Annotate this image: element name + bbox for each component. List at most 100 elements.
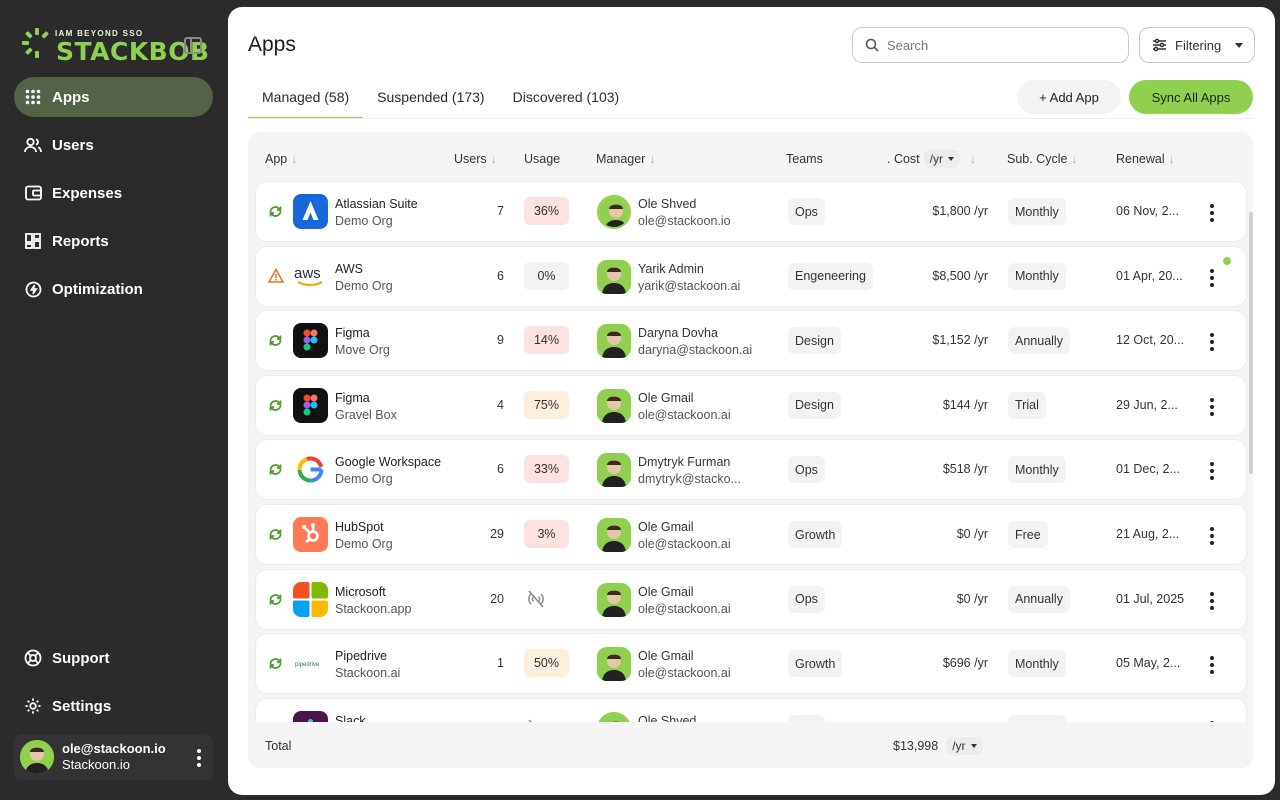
sidebar-item-support[interactable]: Support: [14, 638, 213, 678]
column-header-sub-cycle[interactable]: Sub. Cycle ↓: [1007, 152, 1077, 166]
sidebar-item-settings[interactable]: Settings: [14, 686, 213, 726]
column-header-usage[interactable]: Usage: [524, 152, 560, 166]
gear-icon: [24, 697, 42, 715]
more-icon[interactable]: [197, 749, 201, 767]
manager-name[interactable]: Ole Shved: [638, 713, 696, 722]
table-row[interactable]: HubSpot Demo Org 29 3% Ole Gmail ole@stackoon…: [255, 504, 1247, 565]
sync-all-apps-button[interactable]: Sync All Apps: [1129, 80, 1253, 114]
add-app-button[interactable]: + Add App: [1017, 80, 1121, 114]
table-row[interactable]: Figma Move Org 9 14% Daryna Dovha daryna@stac…: [255, 310, 1247, 372]
search-input[interactable]: [887, 37, 1107, 53]
sidebar-item-optimization[interactable]: Optimization: [14, 269, 213, 309]
app-name[interactable]: Figma: [335, 390, 397, 407]
tab-suspended[interactable]: Suspended (173): [363, 79, 498, 119]
table-row[interactable]: Figma Gravel Box 4 75% Ole Gmail ole@stackoon…: [255, 374, 1247, 436]
manager-name[interactable]: Ole Gmail: [638, 519, 731, 536]
app-name[interactable]: AWS: [335, 261, 393, 278]
more-icon[interactable]: [1210, 268, 1214, 287]
filtering-dropdown[interactable]: Filtering: [1139, 27, 1255, 63]
app-name[interactable]: Microsoft: [335, 584, 411, 601]
sync-icon[interactable]: [268, 656, 283, 674]
tab-discovered[interactable]: Discovered (103): [499, 79, 634, 119]
main-panel: Apps Filtering Managed (58) Suspended (1…: [228, 7, 1275, 795]
total-period-dropdown[interactable]: /yr: [946, 737, 983, 755]
usage-badge: 14%: [524, 326, 569, 355]
sync-icon[interactable]: [268, 398, 283, 416]
sidebar-item-users[interactable]: Users: [14, 125, 213, 165]
column-header-users[interactable]: Users ↓: [454, 152, 497, 166]
sidebar-item-label: Users: [52, 136, 94, 154]
manager-name[interactable]: Ole Gmail: [638, 584, 731, 601]
table-row[interactable]: Microsoft Stackoon.app 20 Ole Gmail ole@stac…: [255, 568, 1247, 630]
manager-name[interactable]: Yarik Admin: [638, 261, 740, 278]
avatar: [597, 259, 631, 294]
column-header-renewal[interactable]: Renewal ↓: [1116, 152, 1175, 166]
manager-name[interactable]: Ole Shved: [638, 196, 731, 213]
sidebar-collapse-icon[interactable]: [184, 37, 202, 54]
users-count: 29: [490, 527, 504, 541]
cost-period-dropdown[interactable]: /yr: [923, 150, 960, 168]
more-icon[interactable]: [1210, 591, 1214, 610]
warning-icon: [267, 267, 285, 286]
users-count: 6: [497, 268, 504, 283]
app-name[interactable]: Slack: [335, 713, 366, 722]
sync-icon[interactable]: [268, 592, 283, 610]
usage-badge: 3%: [524, 520, 569, 548]
renewal-date: 01 Jul, 2025: [1116, 591, 1185, 606]
column-label: Teams: [786, 152, 823, 166]
tab-managed[interactable]: Managed (58): [248, 79, 364, 119]
app-name[interactable]: Atlassian Suite: [335, 196, 418, 213]
sync-icon[interactable]: [268, 204, 283, 222]
sidebar-item-reports[interactable]: Reports: [14, 221, 213, 261]
manager-email: ole@stackoon.io: [638, 214, 731, 228]
user-email: ole@stackoon.io: [62, 741, 166, 756]
sync-icon[interactable]: [268, 333, 283, 351]
more-icon[interactable]: [1210, 204, 1214, 222]
table-row[interactable]: pipedrive Pipedrive Stackoon.ai 1 50% Ole Gma…: [255, 633, 1247, 695]
chevron-down-icon: [1235, 42, 1244, 48]
column-header-teams[interactable]: Teams: [786, 152, 823, 166]
table-row[interactable]: Slack7Ole ShvedOps$1,800 /yrMonthly01 De…: [255, 697, 1247, 722]
sidebar-item-expenses[interactable]: Expenses: [14, 173, 213, 213]
manager-name[interactable]: Dmytryk Furman: [638, 454, 741, 471]
sidebar-item-apps[interactable]: Apps: [14, 77, 213, 117]
avatar: [597, 647, 631, 682]
manager-name[interactable]: Daryna Dovha: [638, 325, 752, 342]
manager-name[interactable]: Ole Gmail: [638, 390, 731, 407]
column-header-app[interactable]: App ↓: [265, 152, 297, 166]
more-icon[interactable]: [1210, 527, 1214, 545]
tabs-divider: [248, 118, 1253, 119]
column-header-manager[interactable]: Manager ↓: [596, 152, 655, 166]
search-box[interactable]: [852, 27, 1129, 63]
more-icon[interactable]: [1210, 397, 1214, 416]
team-badge: Engeneering: [788, 262, 873, 290]
table-row[interactable]: Atlassian Suite Demo Org 7 36% Ole Shved ole@…: [255, 181, 1247, 242]
current-user-card[interactable]: ole@stackoon.io Stackoon.io: [14, 734, 213, 780]
table-row[interactable]: aws AWS Demo Org 6 0% Yarik Admin yarik@stacko…: [255, 245, 1247, 307]
manager-email: ole@stackoon.ai: [638, 666, 731, 681]
app-name[interactable]: HubSpot: [335, 519, 393, 536]
more-icon[interactable]: [1210, 462, 1214, 481]
app-org: Move Org: [335, 343, 390, 358]
total-label: Total: [265, 739, 292, 753]
users-count: 7: [497, 204, 504, 218]
avatar: [597, 582, 631, 617]
sync-icon[interactable]: [268, 462, 283, 480]
app-name[interactable]: Google Workspace: [335, 454, 441, 471]
table-footer: Total $13,998 /yr: [248, 722, 1253, 768]
avatar: [597, 324, 631, 359]
app-name[interactable]: Pipedrive: [335, 648, 400, 665]
table-row[interactable]: Google Workspace Demo Org 6 33% Dmytryk Furm…: [255, 439, 1247, 501]
more-icon[interactable]: [1210, 333, 1214, 352]
manager-name[interactable]: Ole Gmail: [638, 648, 731, 665]
table-scrollbar[interactable]: [1249, 212, 1253, 474]
team-badge: Ops: [788, 198, 825, 225]
app-name[interactable]: Figma: [335, 325, 390, 342]
brand-logo[interactable]: IAM BEYOND SSO STACKBOB: [22, 26, 209, 66]
logo-mark-icon: [22, 28, 49, 58]
more-icon[interactable]: [1210, 656, 1214, 675]
manager-email: daryna@stackoon.ai: [638, 343, 753, 358]
sync-icon[interactable]: [268, 527, 283, 545]
column-header-cost[interactable]: . Cost /yr ↓: [887, 150, 976, 168]
column-label: Sub. Cycle: [1007, 152, 1068, 166]
